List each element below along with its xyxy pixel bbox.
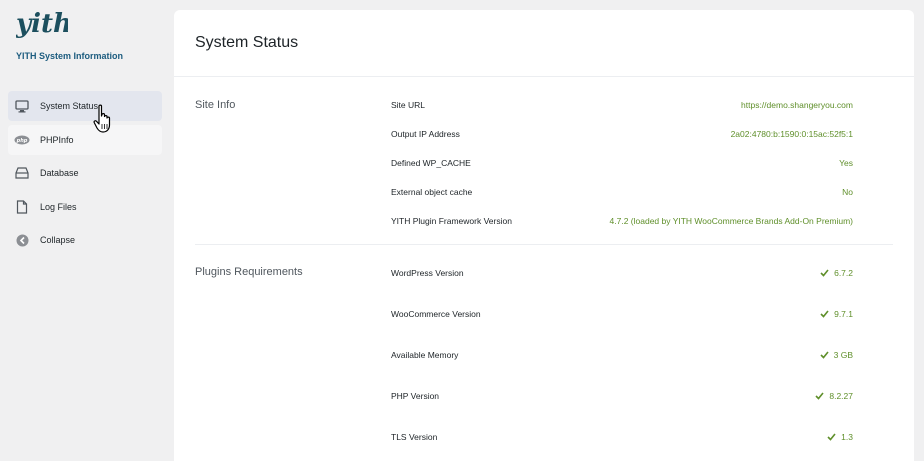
info-row: External object cache No [391,187,853,201]
row-value: 2a02:4780:b:1590:0:15ac:52f5:1 [730,129,853,139]
page-title: System Status [195,34,299,51]
svg-text:php: php [16,138,28,144]
brand-logo: yith [16,8,68,40]
section-divider [195,244,893,245]
row-label: WooCommerce Version [391,309,481,319]
row-label: Available Memory [391,350,459,360]
check-icon [827,433,836,441]
check-icon [815,392,824,400]
sidebar-item-label: Database [40,168,79,178]
row-value: No [842,187,853,197]
requirement-value: 8.2.27 [829,391,853,401]
check-icon [820,269,829,277]
system-status-panel: System Status Site Info Site URL https:/… [174,10,914,461]
row-value: 4.7.2 (loaded by YITH WooCommerce Brands… [609,216,853,226]
hand-pointer-cursor-icon [93,104,115,139]
requirement-value: 1.3 [841,432,853,442]
monitor-icon [14,98,30,114]
section-title: Plugins Requirements [195,266,303,278]
site-url-link[interactable]: https://demo.shangeryou.com [741,100,853,110]
info-row: Defined WP_CACHE Yes [391,158,853,172]
requirement-value: 9.7.1 [834,309,853,319]
row-value: 3 GB [820,350,853,360]
requirement-value: 3 GB [833,350,853,360]
yith-logo-icon: yith [16,9,68,39]
row-label: External object cache [391,187,473,197]
row-label: TLS Version [391,432,438,442]
row-value: Yes [839,158,853,168]
sidebar-item-log-files[interactable]: Log Files [8,192,162,222]
info-row: Site URL https://demo.shangeryou.com [391,100,853,114]
brand-title: YITH System Information [16,51,124,61]
info-row: Output IP Address 2a02:4780:b:1590:0:15a… [391,129,853,143]
collapse-arrow-icon [14,232,30,248]
row-value: 8.2.27 [815,391,853,401]
sidebar-item-collapse[interactable]: Collapse [8,225,162,255]
row-value: 9.7.1 [820,309,853,319]
sidebar-item-database[interactable]: Database [8,158,162,188]
requirement-row: PHP Version 8.2.27 [391,391,853,405]
sidebar-item-label: System Status [40,101,99,111]
requirement-row: WordPress Version 6.7.2 [391,268,853,282]
row-value: 1.3 [827,432,853,442]
check-icon [820,351,829,359]
requirement-row: TLS Version 1.3 [391,432,853,446]
requirement-value: 6.7.2 [834,268,853,278]
row-label: Site URL [391,100,426,110]
sidebar: yith YITH System Information System Stat… [0,0,170,461]
row-label: PHP Version [391,391,440,401]
check-icon [820,310,829,318]
row-label: YITH Plugin Framework Version [391,216,512,226]
sidebar-item-system-status[interactable]: System Status [8,91,162,121]
sidebar-item-phpinfo[interactable]: php PHPInfo [8,125,162,155]
info-row: YITH Plugin Framework Version 4.7.2 (loa… [391,216,853,230]
requirement-row: Available Memory 3 GB [391,350,853,364]
row-label: WordPress Version [391,268,464,278]
sidebar-item-label: Collapse [40,235,76,245]
database-icon [14,165,30,181]
requirement-row: WooCommerce Version 9.7.1 [391,309,853,323]
sidebar-item-label: Log Files [40,202,77,212]
row-value: 6.7.2 [820,268,853,278]
sidebar-item-label: PHPInfo [40,135,74,145]
panel-header: System Status [174,10,914,77]
document-icon [14,199,30,215]
php-icon: php [14,132,30,148]
svg-text:yith: yith [16,9,68,39]
row-label: Output IP Address [391,129,460,139]
row-label: Defined WP_CACHE [391,158,471,168]
section-title: Site Info [195,99,236,111]
